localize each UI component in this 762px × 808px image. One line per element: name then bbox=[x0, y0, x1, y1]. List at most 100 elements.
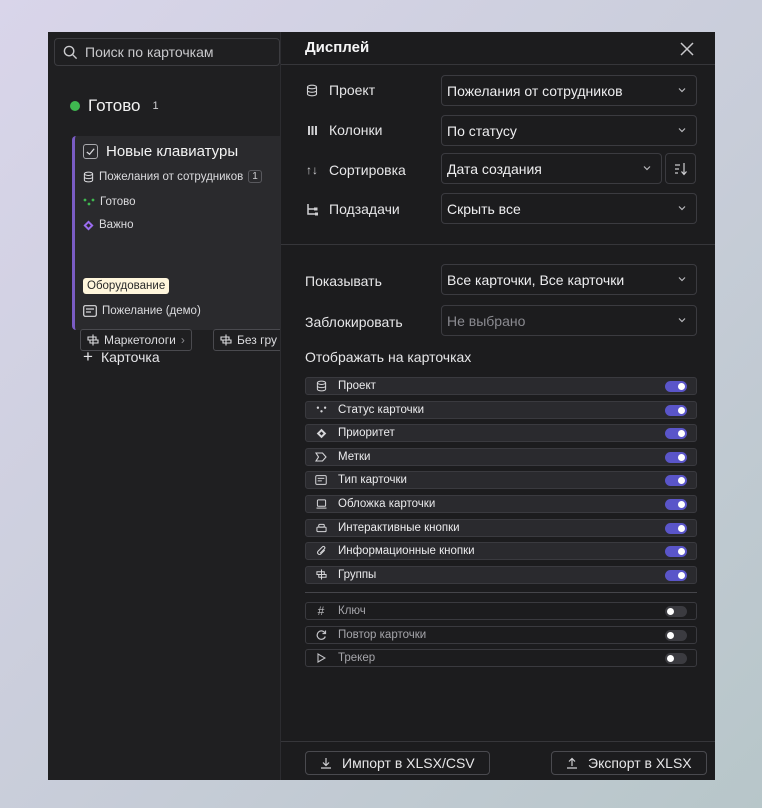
display-toggle-row[interactable]: Проект bbox=[305, 377, 697, 395]
display-toggle-row[interactable]: Обложка карточки bbox=[305, 494, 697, 513]
card-title: Новые клавиатуры bbox=[106, 143, 239, 160]
toggle-label: Статус карточки bbox=[338, 403, 425, 416]
toggle-knob bbox=[678, 500, 685, 508]
group-chip-none[interactable]: Без гру bbox=[213, 329, 280, 351]
card-title-row: Новые клавиатуры bbox=[83, 143, 238, 160]
lock-select[interactable]: Не выбрано bbox=[441, 305, 697, 336]
toggle-switch[interactable] bbox=[665, 428, 687, 440]
display-toggle-row[interactable]: # Ключ bbox=[305, 602, 697, 620]
display-toggle-row[interactable]: Тип карточки bbox=[305, 471, 697, 490]
column-count: 1 bbox=[152, 100, 159, 112]
search-icon bbox=[63, 45, 78, 59]
toggle-label: Проект bbox=[338, 380, 376, 392]
database-icon bbox=[83, 171, 94, 182]
toggle-label: Интерактивные кнопки bbox=[338, 521, 460, 534]
export-label: Экспорт в XLSX bbox=[588, 755, 692, 771]
sort-select[interactable]: Дата создания bbox=[441, 153, 662, 184]
toggle-knob bbox=[678, 453, 685, 461]
group-label: Маркетологи bbox=[104, 333, 176, 347]
divider bbox=[305, 592, 697, 593]
display-toggle-row[interactable]: Статус карточки bbox=[305, 400, 697, 419]
display-toggle-row[interactable]: Метки bbox=[305, 447, 697, 466]
toggle-knob bbox=[678, 571, 685, 579]
sort-direction-button[interactable] bbox=[665, 153, 696, 184]
toggle-knob bbox=[667, 655, 674, 663]
toggle-switch[interactable] bbox=[665, 653, 687, 665]
card-project-label: Пожелания от сотрудников bbox=[99, 170, 244, 183]
chevron-right-icon: › bbox=[180, 333, 185, 347]
export-button[interactable]: Экспорт в XLSX bbox=[551, 751, 707, 775]
card-priority-label: Важно bbox=[99, 219, 134, 231]
panel-title: Дисплей bbox=[305, 39, 370, 56]
show-select[interactable]: Все карточки, Все карточки bbox=[441, 264, 697, 295]
toggle-list-disabled: # Ключ Повтор карточки Трекер bbox=[305, 602, 697, 673]
project-select[interactable]: Пожелания от сотрудников bbox=[441, 75, 697, 106]
card-checkbox[interactable] bbox=[83, 144, 98, 159]
card-priority: Важно bbox=[83, 219, 134, 231]
search-input[interactable]: Поиск по карточкам bbox=[54, 38, 280, 66]
display-toggle-row[interactable]: Повтор карточки bbox=[305, 625, 697, 644]
columns-select[interactable]: По статусу bbox=[441, 115, 697, 146]
toggle-switch[interactable] bbox=[665, 629, 687, 641]
display-toggle-row[interactable]: Информационные кнопки bbox=[305, 542, 697, 561]
toggle-knob bbox=[667, 631, 674, 639]
app-window: Поиск по карточкам Готово 1 Новые клавиа… bbox=[48, 32, 715, 780]
cover-icon bbox=[314, 499, 328, 509]
select-value: Не выбрано bbox=[447, 312, 526, 329]
card-status: Готово bbox=[83, 196, 136, 208]
chevron-down-icon bbox=[678, 277, 686, 282]
field-label: Проект bbox=[329, 82, 376, 98]
toggle-switch[interactable] bbox=[665, 475, 687, 487]
toggle-label: Группы bbox=[338, 568, 377, 581]
toggle-knob bbox=[678, 524, 685, 532]
board-area: Поиск по карточкам Готово 1 Новые клавиа… bbox=[48, 32, 280, 780]
toggle-knob bbox=[678, 406, 685, 414]
board-card[interactable]: Новые клавиатуры Пожелания от сотруднико… bbox=[72, 136, 280, 351]
field-label: Сортировка bbox=[329, 162, 406, 178]
select-value: Пожелания от сотрудников bbox=[447, 82, 623, 99]
subtasks-select[interactable]: Скрыть все bbox=[441, 193, 697, 224]
column-title: Готово bbox=[88, 96, 141, 115]
close-icon[interactable] bbox=[677, 39, 697, 59]
chevron-down-icon bbox=[678, 128, 686, 133]
field-columns: Колонки bbox=[305, 122, 382, 138]
toggle-switch[interactable] bbox=[665, 381, 687, 392]
select-value: Скрыть все bbox=[447, 200, 521, 217]
display-toggle-row[interactable]: Интерактивные кнопки bbox=[305, 518, 697, 537]
add-card-button[interactable]: + Карточка bbox=[83, 348, 160, 365]
priority-diamond-icon bbox=[314, 428, 328, 439]
import-button[interactable]: Импорт в XLSX/CSV bbox=[305, 751, 490, 775]
select-value: Все карточки, Все карточки bbox=[447, 271, 625, 288]
toggle-switch[interactable] bbox=[665, 404, 687, 416]
toggle-switch[interactable] bbox=[665, 498, 687, 510]
repeat-icon bbox=[314, 629, 328, 641]
lock-label: Заблокировать bbox=[305, 314, 403, 330]
toggle-switch[interactable] bbox=[665, 569, 687, 581]
columns-icon bbox=[307, 125, 317, 135]
show-label: Показывать bbox=[305, 273, 382, 289]
display-toggle-row[interactable]: Трекер bbox=[305, 649, 697, 668]
field-sort: ↑↓ Сортировка bbox=[305, 162, 406, 178]
toggle-label: Тип карточки bbox=[338, 474, 407, 487]
display-toggle-row[interactable]: Группы bbox=[305, 565, 697, 584]
toggle-switch[interactable] bbox=[665, 546, 687, 558]
card-status-label: Готово bbox=[100, 196, 136, 208]
hash-icon: # bbox=[317, 604, 325, 618]
status-dots-icon bbox=[314, 405, 328, 414]
toggle-switch[interactable] bbox=[665, 606, 687, 617]
tag-icon bbox=[314, 452, 328, 462]
toggle-list-enabled: Проект Статус карточки Приоритет Метки Тип к… bbox=[305, 377, 697, 589]
status-dot bbox=[70, 101, 80, 111]
import-label: Импорт в XLSX/CSV bbox=[342, 755, 475, 771]
search-placeholder: Поиск по карточкам bbox=[85, 44, 214, 60]
toggle-switch[interactable] bbox=[665, 451, 687, 463]
groups-icon bbox=[87, 334, 99, 346]
add-card-label: Карточка bbox=[100, 348, 160, 365]
display-toggle-row[interactable]: Приоритет bbox=[305, 424, 697, 443]
play-icon bbox=[314, 653, 328, 664]
plus-icon: + bbox=[83, 347, 93, 366]
field-label: Подзадачи bbox=[329, 201, 400, 217]
toggle-switch[interactable] bbox=[665, 522, 687, 534]
display-section-title: Отображать на карточках bbox=[305, 349, 472, 365]
subtasks-icon bbox=[306, 203, 318, 215]
